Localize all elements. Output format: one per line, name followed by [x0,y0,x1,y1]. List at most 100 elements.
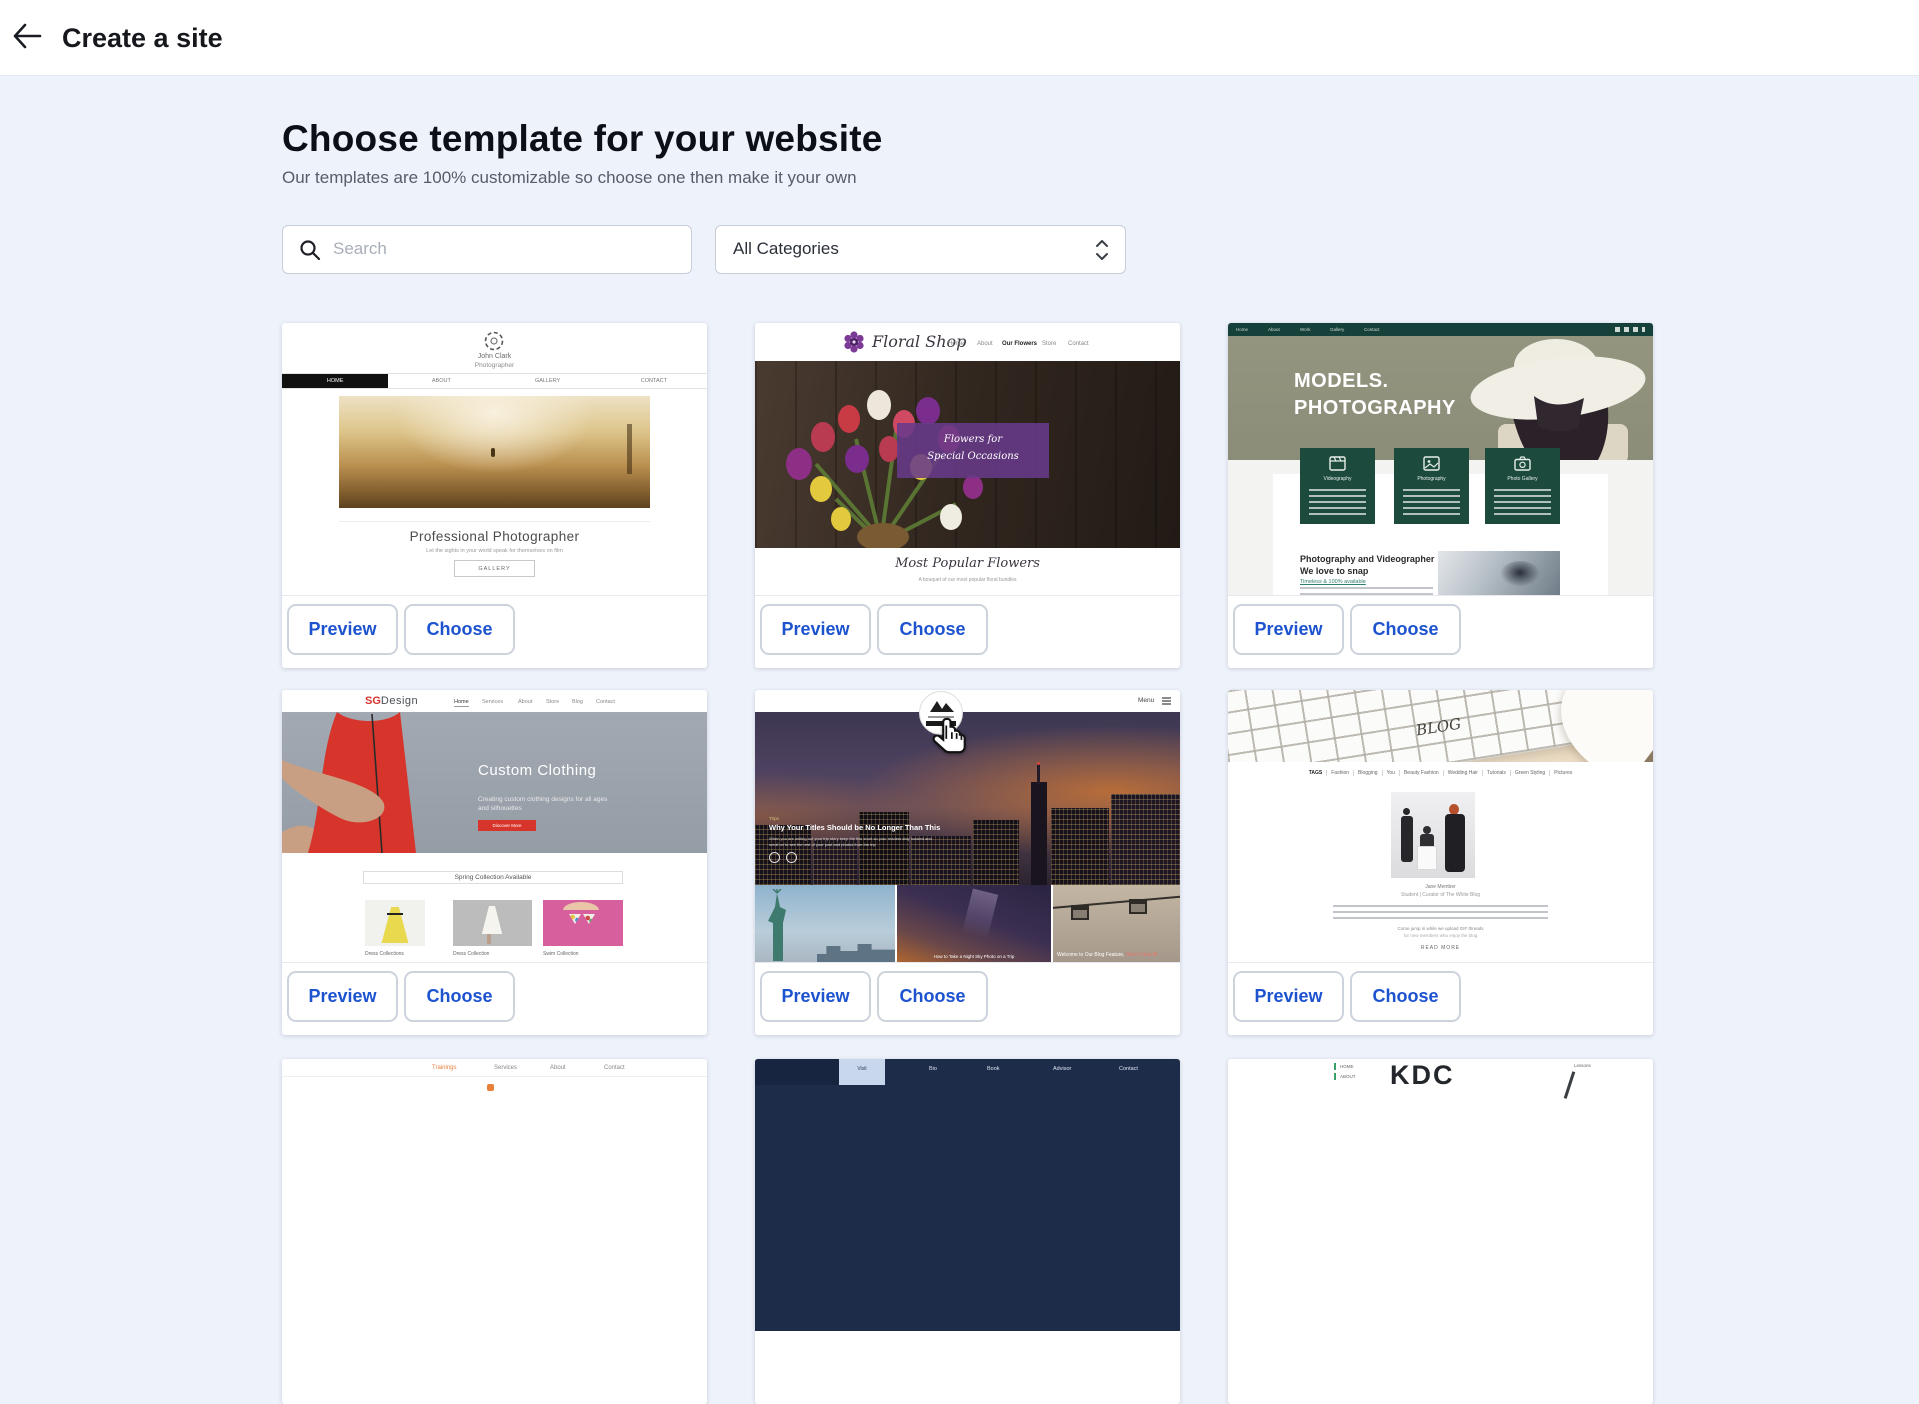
back-button[interactable] [12,23,46,53]
preview-button[interactable]: Preview [760,971,871,1022]
empire-tower [1031,782,1047,885]
template-thumbnail-blog[interactable]: BLOG TAGS Fashion Blogging You Beauty Fa… [1228,690,1653,962]
thumb-nav-left-block [755,1059,839,1085]
thumb-brand-accent: SG [365,695,381,707]
thumb-post-skilift: Welcome to Our Blog Feature, Here's How … [1053,885,1180,962]
fence-post [627,424,632,474]
footer-note2: for new members who enjoy the blog [1228,933,1653,938]
choose-button[interactable]: Choose [404,604,515,655]
aperture-logo-icon [483,330,505,352]
card-footer: Preview Choose [1228,962,1653,1035]
logo-text-line [928,716,954,718]
milky-way-band [962,889,998,940]
thumb-nav-bar: Home About Work Gallery Contact [1228,323,1653,336]
figure-head [1403,808,1410,815]
product-caption: Swim Collection [543,951,579,957]
thumb-hero-image-city: Trips Why Your Titles Should be No Longe… [755,712,1180,885]
thumb-nav-item: Store [1042,341,1056,347]
template-thumbnail-models[interactable]: Home About Work Gallery Contact MODELS. … [1228,323,1653,595]
thumb-nav: HOME ABOUT GALLERY CONTACT [282,373,707,389]
choose-button[interactable]: Choose [877,971,988,1022]
category-select[interactable]: All Categories [715,225,1126,274]
statue-of-liberty-graphic [759,889,799,962]
thumb-nav-item: Contact [1119,1066,1138,1072]
hero-overlay-box: Flowers for Special Occasions [897,423,1049,478]
thumb-nav-item: Contact [596,699,615,705]
clapperboard-icon [1329,456,1346,471]
search-input[interactable] [333,226,673,271]
preview-button[interactable]: Preview [1233,604,1344,655]
thumb-right-item: Lessons [1574,1063,1591,1068]
product-caption: Dress Collections [365,951,404,957]
chevron-up-down-icon [1095,238,1109,262]
template-thumbnail-photographer[interactable]: John Clark Photographer HOME ABOUT GALLE… [282,323,707,595]
preview-button[interactable]: Preview [287,971,398,1022]
template-thumbnail-travel[interactable]: Menu Trips Why Your Titles Should be No … [755,690,1180,962]
thumb-nav-item: Our Flowers [1002,341,1037,347]
template-card-floral: Floral Shop Home About Our Flowers Store… [755,323,1180,668]
thumb-banner: Spring Collection Available [363,871,623,884]
list-bullet-bar [1334,1063,1336,1070]
logo-band [926,721,956,726]
carousel-prev-circle [769,852,780,863]
thumb-nav-item: Work [1300,327,1310,332]
feature-text-lines [1494,488,1551,515]
product-thumb-swim-top [543,900,623,946]
thumb-list-item: ABOUT [1340,1074,1356,1079]
thumb-nav-item: Blog [572,699,583,705]
image-icon [1423,456,1440,471]
post-caption-white: Welcome to Our Blog Feature, [1057,952,1124,958]
thumb-post-nightsky: How to Take a Night Sky Photo on a Trip [897,885,1051,962]
feature-label: Videography [1300,476,1375,482]
section-subheading: Our templates are 100% customizable so c… [282,168,857,188]
product-caption: Dress Collection [453,951,489,957]
thumb-nav-item: ABOUT [388,374,494,388]
hamburger-menu-icon [1162,697,1171,705]
template-thumbnail-floral[interactable]: Floral Shop Home About Our Flowers Store… [755,323,1180,595]
shoulders-shape [563,902,599,910]
thumb-logo-dot [487,1084,494,1091]
thumb-hero-image-dress: Custom Clothing Creating custom clothing… [282,712,707,853]
choose-button[interactable]: Choose [1350,971,1461,1022]
hero-title-line2: PHOTOGRAPHY [1294,397,1456,420]
thumb-nav-item: Trainings [432,1065,456,1071]
thumb-nav-item: About [518,699,532,705]
template-thumbnail-row3-middle[interactable]: Visit Bio Book Advisor Contact [755,1059,1180,1331]
feature-text-lines [1403,488,1460,515]
hero-subtitle-line1: Creating custom clothing designs for all… [478,796,607,803]
search-icon [299,239,321,261]
slash-graphic [1564,1071,1575,1098]
camera-icon [1514,456,1531,471]
overlay-text-line2: Special Occasions [897,451,1049,462]
thumb-nav-item: Tutorials [1482,770,1510,776]
lift-chair [1071,905,1089,920]
post-photo-salon [1391,792,1475,878]
hero-title-line1: MODELS. [1294,370,1389,393]
template-card-travel: Menu Trips Why Your Titles Should be No … [755,690,1180,1035]
thumb-nav-item: Wedding Hair [1443,770,1482,776]
preview-button[interactable]: Preview [760,604,871,655]
choose-button[interactable]: Choose [1350,604,1461,655]
search-box [282,225,692,274]
choose-button[interactable]: Choose [404,971,515,1022]
preview-button[interactable]: Preview [287,604,398,655]
template-thumbnail-clothing[interactable]: SGDesign Home Services About Store Blog … [282,690,707,962]
app-header: Create a site [0,0,1919,76]
thumb-brand-kdc: KDC [1390,1060,1455,1091]
post-caption: How to Take a Night Sky Photo on a Trip [897,954,1051,959]
thumb-nav-item: Fashion [1326,770,1353,776]
section-heading: Choose template for your website [282,118,883,160]
building [1111,794,1180,885]
building [1051,808,1109,885]
preview-button[interactable]: Preview [1233,971,1344,1022]
template-thumbnail-row3-right[interactable]: HOME ABOUT KDC Lessons [1228,1059,1653,1331]
figure-body [1401,816,1413,862]
thumb-nav-bar: Trainings Services About Contact [282,1059,707,1077]
choose-button[interactable]: Choose [877,604,988,655]
thumb-nav-active-tab: Visit [839,1059,885,1085]
body-image-face [1438,551,1560,595]
thumb-section-subtitle: A bouquet of our most popular floral bun… [755,577,1180,583]
template-thumbnail-row3-left[interactable]: Trainings Services About Contact [282,1059,707,1331]
thumb-nav-item: Book [987,1066,1000,1072]
page-title: Create a site [62,23,223,54]
